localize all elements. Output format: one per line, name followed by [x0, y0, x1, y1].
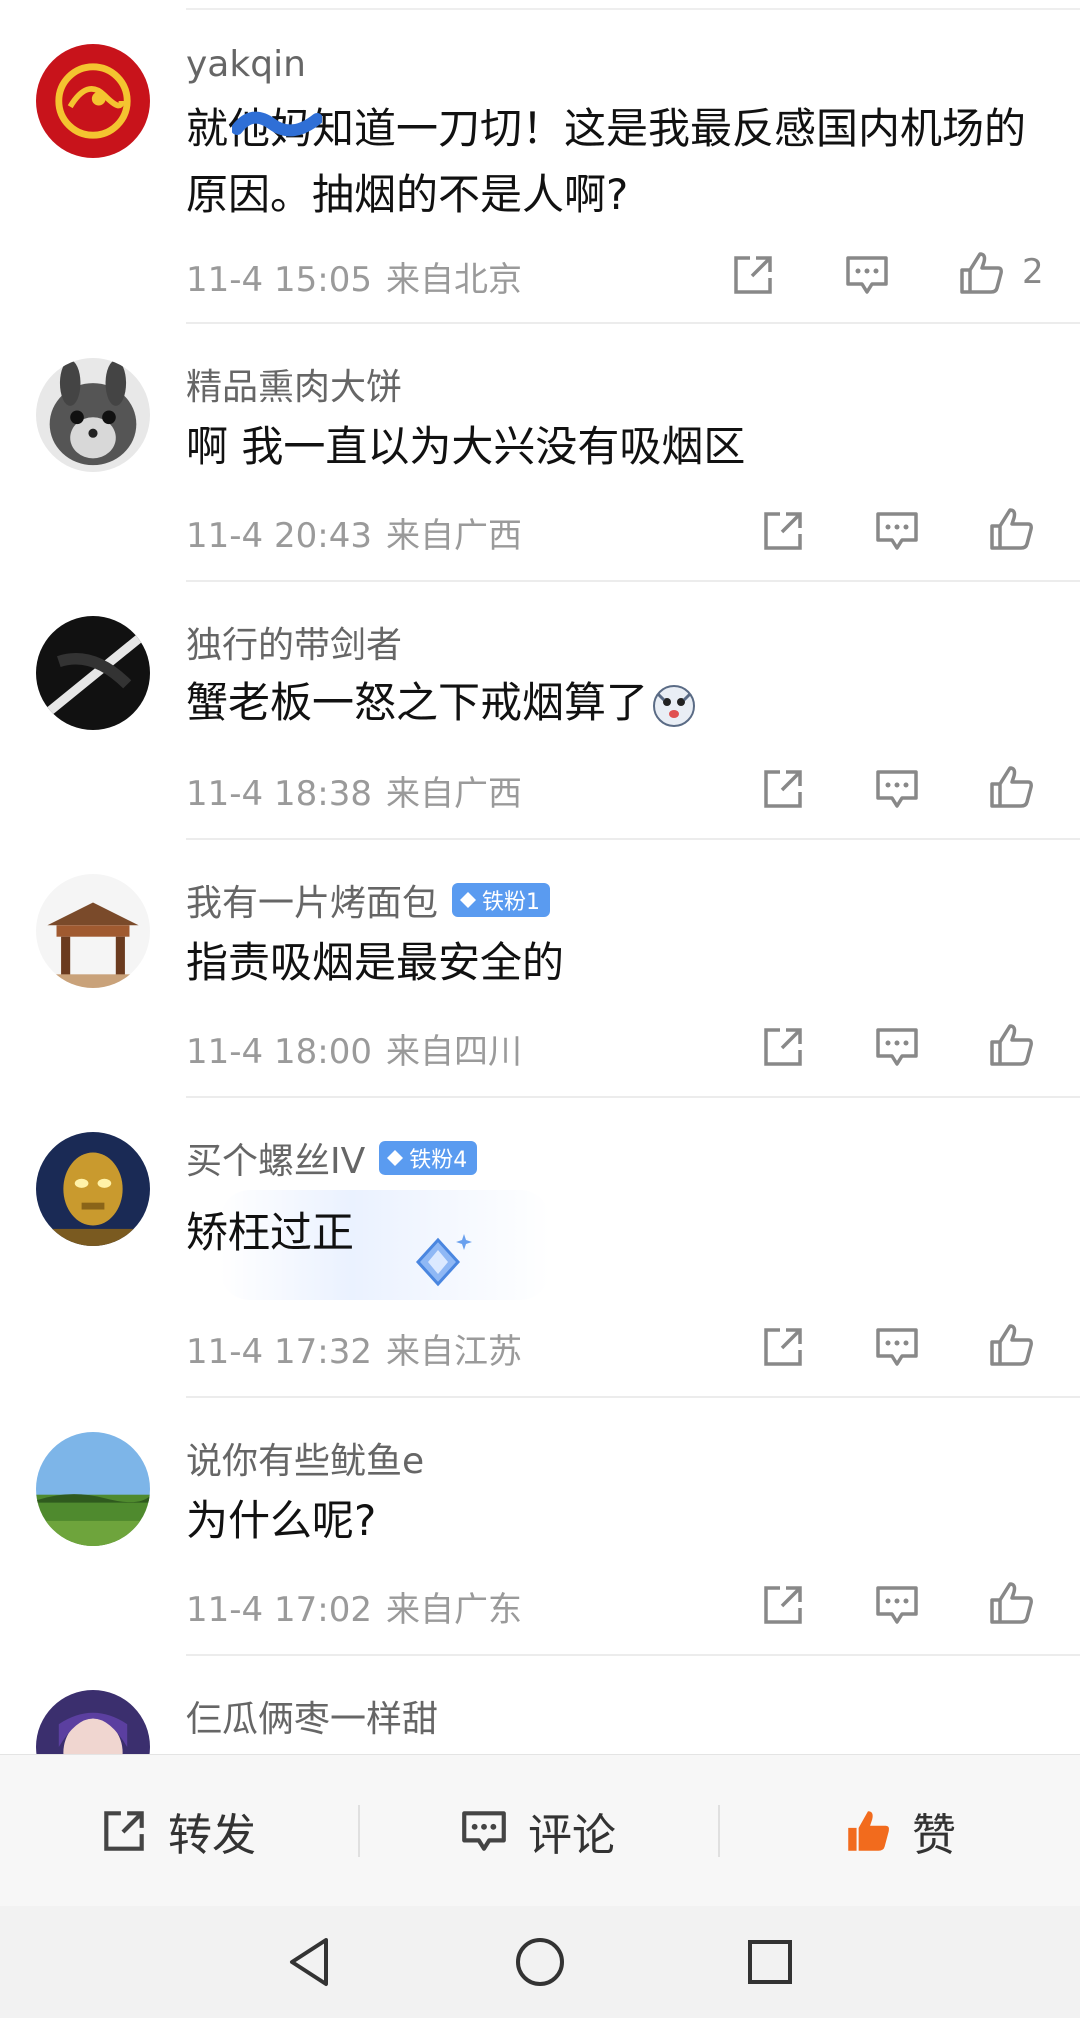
username[interactable]: 买个螺丝IV — [186, 1132, 365, 1184]
comment-divider — [186, 1654, 1080, 1656]
comment-divider — [186, 322, 1080, 324]
repost-button[interactable]: 转发 — [98, 1755, 256, 1907]
action-separator — [718, 1805, 720, 1857]
comment-divider — [186, 1096, 1080, 1098]
repost-icon[interactable] — [758, 1322, 808, 1372]
home-icon[interactable] — [512, 1934, 568, 1990]
comment-date: 11-4 20:43 — [186, 516, 372, 556]
scribble-mark — [232, 111, 322, 137]
fan-badge[interactable]: 铁粉1 — [452, 883, 551, 917]
comment-text: 指责吸烟是最安全的 — [186, 938, 565, 987]
like-icon[interactable] — [986, 762, 1036, 812]
repost-icon — [104, 1811, 144, 1851]
avatar[interactable] — [36, 616, 150, 730]
repost-label: 转发 — [168, 1810, 256, 1861]
comment-label: 评论 — [528, 1810, 616, 1861]
comment-date: 11-4 18:00 — [186, 1032, 372, 1072]
like-button[interactable]: 赞 — [842, 1755, 956, 1907]
comment-divider — [186, 1396, 1080, 1398]
comment-location: 来自广西 — [385, 516, 522, 556]
dog-emoji-icon — [652, 684, 696, 728]
comment-icon[interactable] — [872, 764, 922, 814]
like-icon — [848, 1811, 890, 1851]
comment-text: 矫枉过正 — [186, 1208, 355, 1257]
comment-text: 蟹老板一怒之下戒烟算了 — [186, 670, 1040, 736]
avatar[interactable] — [36, 1432, 150, 1546]
comment-icon[interactable] — [842, 250, 892, 300]
repost-icon[interactable] — [758, 764, 808, 814]
diamond-icon — [460, 892, 477, 908]
comment-date: 11-4 18:38 — [186, 774, 372, 814]
username[interactable]: 仨瓜俩枣一样甜 — [186, 1690, 438, 1742]
like-count: 2 — [1022, 252, 1044, 292]
fan-badge-label: 铁粉1 — [482, 890, 541, 915]
comment-date: 11-4 17:32 — [186, 1332, 372, 1372]
comment-meta: 11-4 17:02 来自广东 — [186, 1582, 522, 1631]
top-divider — [186, 8, 1080, 10]
repost-icon[interactable] — [758, 1580, 808, 1630]
diamond-icon — [387, 1150, 404, 1166]
like-icon[interactable] — [956, 248, 1006, 298]
bottom-action-bar: 转发 评论 赞 — [0, 1754, 1080, 1907]
avatar[interactable] — [36, 874, 150, 988]
username[interactable]: 我有一片烤面包 — [186, 874, 438, 926]
username-row: 我有一片烤面包 铁粉1 — [186, 874, 551, 926]
comment-icon[interactable] — [872, 1580, 922, 1630]
repost-icon[interactable] — [728, 250, 778, 300]
comment-icon[interactable] — [872, 1022, 922, 1072]
username[interactable]: yakqin — [186, 44, 306, 85]
comment-divider — [186, 838, 1080, 840]
like-icon[interactable] — [986, 504, 1036, 554]
comment-location: 来自四川 — [385, 1032, 522, 1072]
like-icon[interactable] — [986, 1578, 1036, 1628]
username[interactable]: 精品熏肉大饼 — [186, 358, 402, 410]
comment-location: 来自广东 — [385, 1590, 522, 1630]
avatar[interactable] — [36, 358, 150, 472]
avatar[interactable] — [36, 44, 150, 158]
repost-icon[interactable] — [758, 506, 808, 556]
comment-location: 来自江苏 — [385, 1332, 522, 1372]
system-nav-bar — [0, 1906, 1080, 2018]
fan-badge[interactable]: 铁粉4 — [379, 1141, 478, 1175]
comment-meta: 11-4 17:32 来自江苏 — [186, 1324, 522, 1373]
comment-icon[interactable] — [872, 506, 922, 556]
username[interactable]: 独行的带剑者 — [186, 616, 402, 668]
comment-meta: 11-4 18:38 来自广西 — [186, 766, 522, 815]
comment-meta: 11-4 18:00 来自四川 — [186, 1024, 522, 1073]
comment-icon — [462, 1811, 506, 1851]
username[interactable]: 说你有些鱿鱼e — [186, 1432, 424, 1484]
comment-icon[interactable] — [872, 1322, 922, 1372]
back-icon[interactable] — [282, 1934, 338, 1990]
diamond-sparkle-icon — [415, 1234, 472, 1287]
username-row: 买个螺丝IV 铁粉4 — [186, 1132, 478, 1184]
comment-text: 啊 我一直以为大兴没有吸烟区 — [186, 422, 746, 471]
comment-date: 11-4 17:02 — [186, 1590, 372, 1630]
comment-meta: 11-4 15:05 来自北京 — [186, 252, 522, 301]
comment-button[interactable]: 评论 — [458, 1755, 616, 1907]
like-icon[interactable] — [986, 1020, 1036, 1070]
fan-badge-label: 铁粉4 — [409, 1148, 468, 1173]
like-label: 赞 — [912, 1810, 956, 1861]
comment-text: 为什么呢? — [186, 1496, 377, 1545]
avatar[interactable] — [36, 1132, 150, 1246]
repost-icon[interactable] — [758, 1022, 808, 1072]
comment-meta: 11-4 20:43 来自广西 — [186, 508, 522, 557]
comment-location: 来自北京 — [385, 260, 522, 300]
comment-date: 11-4 15:05 — [186, 260, 372, 300]
comment-location: 来自广西 — [385, 774, 522, 814]
recents-icon[interactable] — [742, 1934, 798, 1990]
comment-divider — [186, 580, 1080, 582]
comment-text-content: 蟹老板一怒之下戒烟算了 — [186, 678, 649, 727]
action-separator — [358, 1805, 360, 1857]
like-icon[interactable] — [986, 1320, 1036, 1370]
